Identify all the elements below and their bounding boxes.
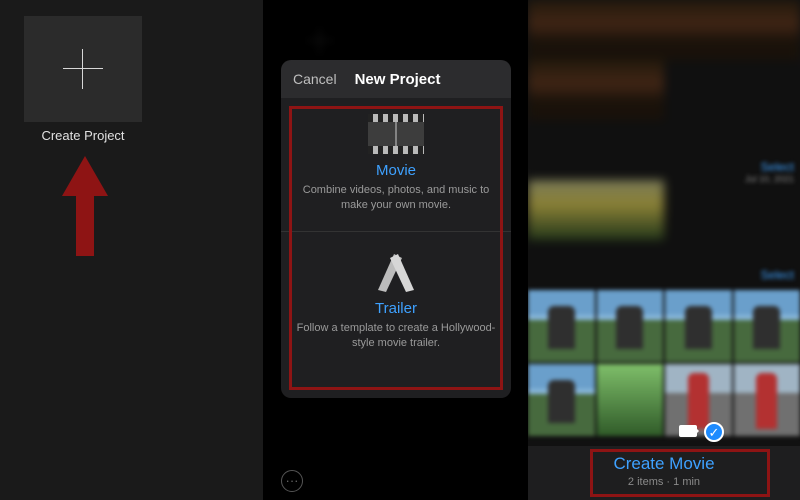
media-thumb[interactable]: [528, 180, 664, 240]
moment-date: Jul 10, 2021: [745, 174, 794, 184]
media-thumb[interactable]: [597, 364, 664, 436]
media-thumb[interactable]: [664, 0, 800, 60]
more-button[interactable]: ···: [281, 470, 303, 492]
media-thumb[interactable]: [665, 290, 732, 362]
new-project-header: Cancel New Project: [281, 60, 511, 98]
film-strip-icon: [368, 114, 424, 154]
media-moments-blur: [528, 0, 800, 290]
media-grid: [528, 290, 800, 436]
panel-new-project: Cancel New Project Movie Combine videos,…: [263, 0, 528, 500]
media-thumb[interactable]: [528, 290, 595, 362]
new-project-title: New Project: [337, 71, 441, 88]
media-thumb[interactable]: [734, 290, 800, 362]
option-trailer[interactable]: Trailer Follow a template to create a Ho…: [281, 231, 511, 369]
plus-icon: [63, 49, 103, 89]
media-thumb[interactable]: [664, 180, 800, 240]
annotation-arrow-icon: [62, 156, 108, 256]
media-thumb[interactable]: [734, 364, 800, 436]
plus-icon: [307, 28, 333, 54]
create-movie-title: Create Movie: [528, 454, 800, 474]
panel-create-project: Create Project: [0, 0, 263, 500]
media-thumb[interactable]: [528, 0, 664, 60]
cancel-button[interactable]: Cancel: [281, 71, 337, 87]
option-trailer-title: Trailer: [295, 300, 497, 317]
media-thumb[interactable]: [528, 120, 664, 180]
create-project-tile[interactable]: [24, 16, 142, 122]
video-icon: [679, 425, 697, 437]
panel-media-picker: Select Jul 10, 2021 Select ✓ Create Movi…: [528, 0, 800, 500]
option-trailer-subtitle: Follow a template to create a Hollywood-…: [295, 321, 497, 351]
create-movie-subtitle: 2 items · 1 min: [528, 476, 800, 488]
select-button[interactable]: Select: [761, 268, 794, 282]
media-thumb[interactable]: [664, 60, 800, 120]
select-button[interactable]: Select: [761, 160, 794, 174]
create-movie-bar[interactable]: Create Movie 2 items · 1 min: [528, 446, 800, 500]
option-movie[interactable]: Movie Combine videos, photos, and music …: [281, 98, 511, 231]
media-thumb[interactable]: [528, 60, 664, 120]
selected-check-icon: ✓: [704, 422, 724, 442]
media-thumb[interactable]: [597, 290, 664, 362]
option-movie-subtitle: Combine videos, photos, and music to mak…: [295, 183, 497, 213]
spotlights-icon: [372, 248, 420, 292]
media-thumb[interactable]: [528, 364, 595, 436]
create-project-label: Create Project: [24, 128, 142, 143]
option-movie-title: Movie: [295, 162, 497, 179]
new-project-options: Movie Combine videos, photos, and music …: [281, 98, 511, 398]
